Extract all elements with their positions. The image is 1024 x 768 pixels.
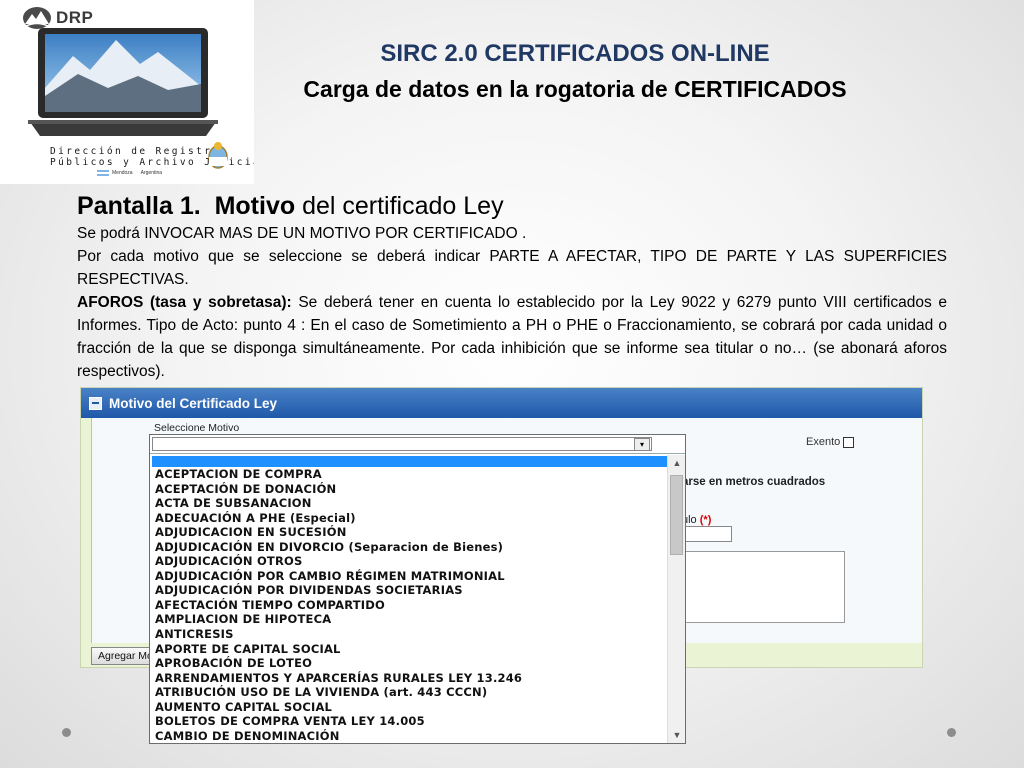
- panel-title: Motivo del Certificado Ley: [109, 395, 278, 411]
- dropdown-scrollbar[interactable]: ▲ ▼: [667, 455, 685, 743]
- info-line-2: Por cada motivo que se seleccione se deb…: [77, 248, 947, 288]
- chevron-down-icon[interactable]: ▾: [634, 438, 650, 451]
- dropdown-options: ACEPTACION DE COMPRA ACEPTACIÓN DE DONAC…: [155, 467, 665, 743]
- dropdown-option[interactable]: ADJUDICACIÓN POR CAMBIO RÉGIMEN MATRIMON…: [155, 569, 665, 584]
- logo-text-line3: Mendoza Argentina: [112, 170, 162, 176]
- titulo-label: ulo (*): [682, 514, 711, 526]
- dropdown-option[interactable]: APORTE DE CAPITAL SOCIAL: [155, 642, 665, 657]
- exento-field: Exento: [806, 436, 855, 448]
- dropdown-option[interactable]: AFECTACIÓN TIEMPO COMPARTIDO: [155, 598, 665, 613]
- section-heading: Pantalla 1. Motivo del certificado Ley: [77, 190, 947, 222]
- heading-bold: Motivo: [214, 192, 296, 220]
- dropdown-option[interactable]: AMPLIACION DE HIPOTECA: [155, 612, 665, 627]
- dropdown-option[interactable]: ACTA DE SUBSANACION: [155, 496, 665, 511]
- required-mark: (*): [699, 514, 712, 526]
- heading-prefix: Pantalla 1.: [77, 192, 201, 220]
- slide-content: Pantalla 1. Motivo del certificado Ley S…: [77, 190, 947, 383]
- drp-brand-text: DRP: [56, 8, 94, 27]
- dropdown-option[interactable]: ADJUDICACIÓN POR DIVIDENDAS SOCIETARIAS: [155, 583, 665, 598]
- scroll-up-icon[interactable]: ▲: [669, 455, 685, 471]
- heading-rest: del certificado Ley: [295, 192, 504, 220]
- dropdown-input[interactable]: [152, 437, 652, 451]
- dropdown-option[interactable]: AUMENTO CAPITAL SOCIAL: [155, 700, 665, 715]
- page-subtitle: Carga de datos en la rogatoria de CERTIF…: [303, 76, 847, 102]
- scroll-down-icon[interactable]: ▼: [669, 727, 685, 743]
- aforos-paragraph: AFOROS (tasa y sobretasa): Se deberá ten…: [77, 291, 947, 383]
- dropdown-option[interactable]: ANTICRESIS: [155, 627, 665, 642]
- dropdown-option[interactable]: ACEPTACION DE COMPRA: [155, 467, 665, 482]
- exento-label: Exento: [806, 436, 841, 448]
- argentina-flag-icon: [97, 170, 109, 176]
- motivo-dropdown-list[interactable]: ▾ ACEPTACION DE COMPRA ACEPTACIÓN DE DON…: [149, 434, 686, 744]
- exento-checkbox[interactable]: [843, 436, 855, 448]
- dropdown-field[interactable]: ▾: [150, 435, 685, 454]
- observaciones-textarea[interactable]: [682, 551, 845, 623]
- slide-nav-dot-left: [62, 728, 71, 737]
- collapse-icon[interactable]: [89, 396, 102, 410]
- panel-header: Motivo del Certificado Ley: [81, 388, 922, 418]
- aforos-label: AFOROS (tasa y sobretasa):: [77, 294, 292, 311]
- info-line-1: Se podrá INVOCAR MAS DE UN MOTIVO POR CE…: [77, 225, 527, 242]
- dropdown-option[interactable]: BOLETOS DE COMPRA VENTA LEY 14.005: [155, 714, 665, 729]
- coat-of-arms-icon: [208, 142, 228, 169]
- logo-mendoza-text: Mendoza: [112, 170, 133, 176]
- dropdown-option[interactable]: ADJUDICACIÓN OTROS: [155, 554, 665, 569]
- dropdown-option[interactable]: ATRIBUCIÓN USO DE LA VIVIENDA (art. 443 …: [155, 685, 665, 700]
- superficie-label: arse en metros cuadrados: [682, 476, 826, 488]
- dropdown-option[interactable]: ADJUDICACION EN SUCESIÓN: [155, 525, 665, 540]
- logo-text-line1: Dirección de Registros: [50, 146, 229, 157]
- slide-nav-dot-right: [947, 728, 956, 737]
- dropdown-option[interactable]: CAMBIO DE DENOMINACIÓN: [155, 729, 665, 743]
- logo-argentina-text: Argentina: [140, 170, 163, 176]
- dropdown-option[interactable]: ADECUACIÓN A PHE (Especial): [155, 511, 665, 526]
- titulo-input[interactable]: [682, 526, 732, 542]
- select-motivo-label: Seleccione Motivo: [154, 422, 240, 434]
- dropdown-option[interactable]: APROBACIÓN DE LOTEO: [155, 656, 665, 671]
- page-title: SIRC 2.0 CERTIFICADOS ON-LINE: [380, 40, 770, 67]
- dropdown-option[interactable]: ARRENDAMIENTOS Y APARCERÍAS RURALES LEY …: [155, 671, 665, 686]
- dropdown-option[interactable]: ADJUDICACIÓN EN DIVORCIO (Separacion de …: [155, 540, 665, 555]
- selected-empty-option[interactable]: [152, 456, 667, 467]
- scroll-thumb[interactable]: [670, 475, 683, 555]
- dropdown-option[interactable]: ACEPTACIÓN DE DONACIÓN: [155, 482, 665, 497]
